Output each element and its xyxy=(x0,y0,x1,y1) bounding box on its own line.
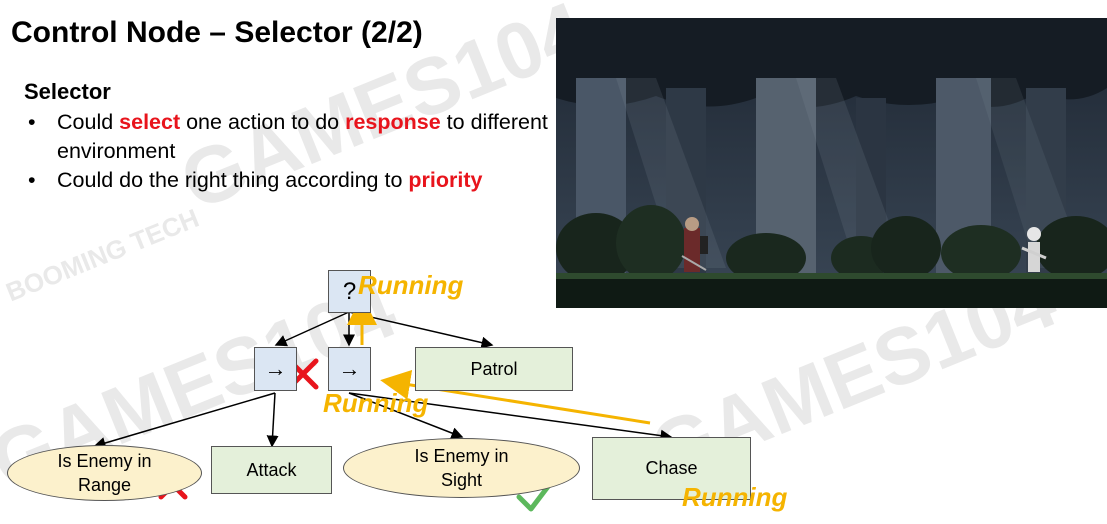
selector-symbol: ? xyxy=(342,277,357,305)
running-label: Running xyxy=(682,482,788,512)
tree-connectors xyxy=(93,295,673,512)
enemy-in-sight-node: Is Enemy in Sight xyxy=(343,438,580,498)
patrol-label: Patrol xyxy=(470,358,518,379)
sequence-symbol: → xyxy=(264,356,287,381)
sequence-symbol: → xyxy=(338,356,361,381)
running-label: Running xyxy=(323,388,429,418)
attack-node: Attack xyxy=(211,446,332,494)
sequence-node-attack: → xyxy=(254,347,297,391)
running-label: Running xyxy=(358,270,464,300)
chase-label: Chase xyxy=(645,458,698,478)
enemy-in-sight-label: Is Enemy in Sight xyxy=(414,446,509,490)
enemy-in-range-label: Is Enemy in Range xyxy=(57,451,152,495)
sequence-node-chase: → xyxy=(328,347,371,391)
attack-label: Attack xyxy=(246,459,297,480)
patrol-node: Patrol xyxy=(415,347,573,391)
enemy-in-range-node: Is Enemy in Range xyxy=(7,445,202,501)
